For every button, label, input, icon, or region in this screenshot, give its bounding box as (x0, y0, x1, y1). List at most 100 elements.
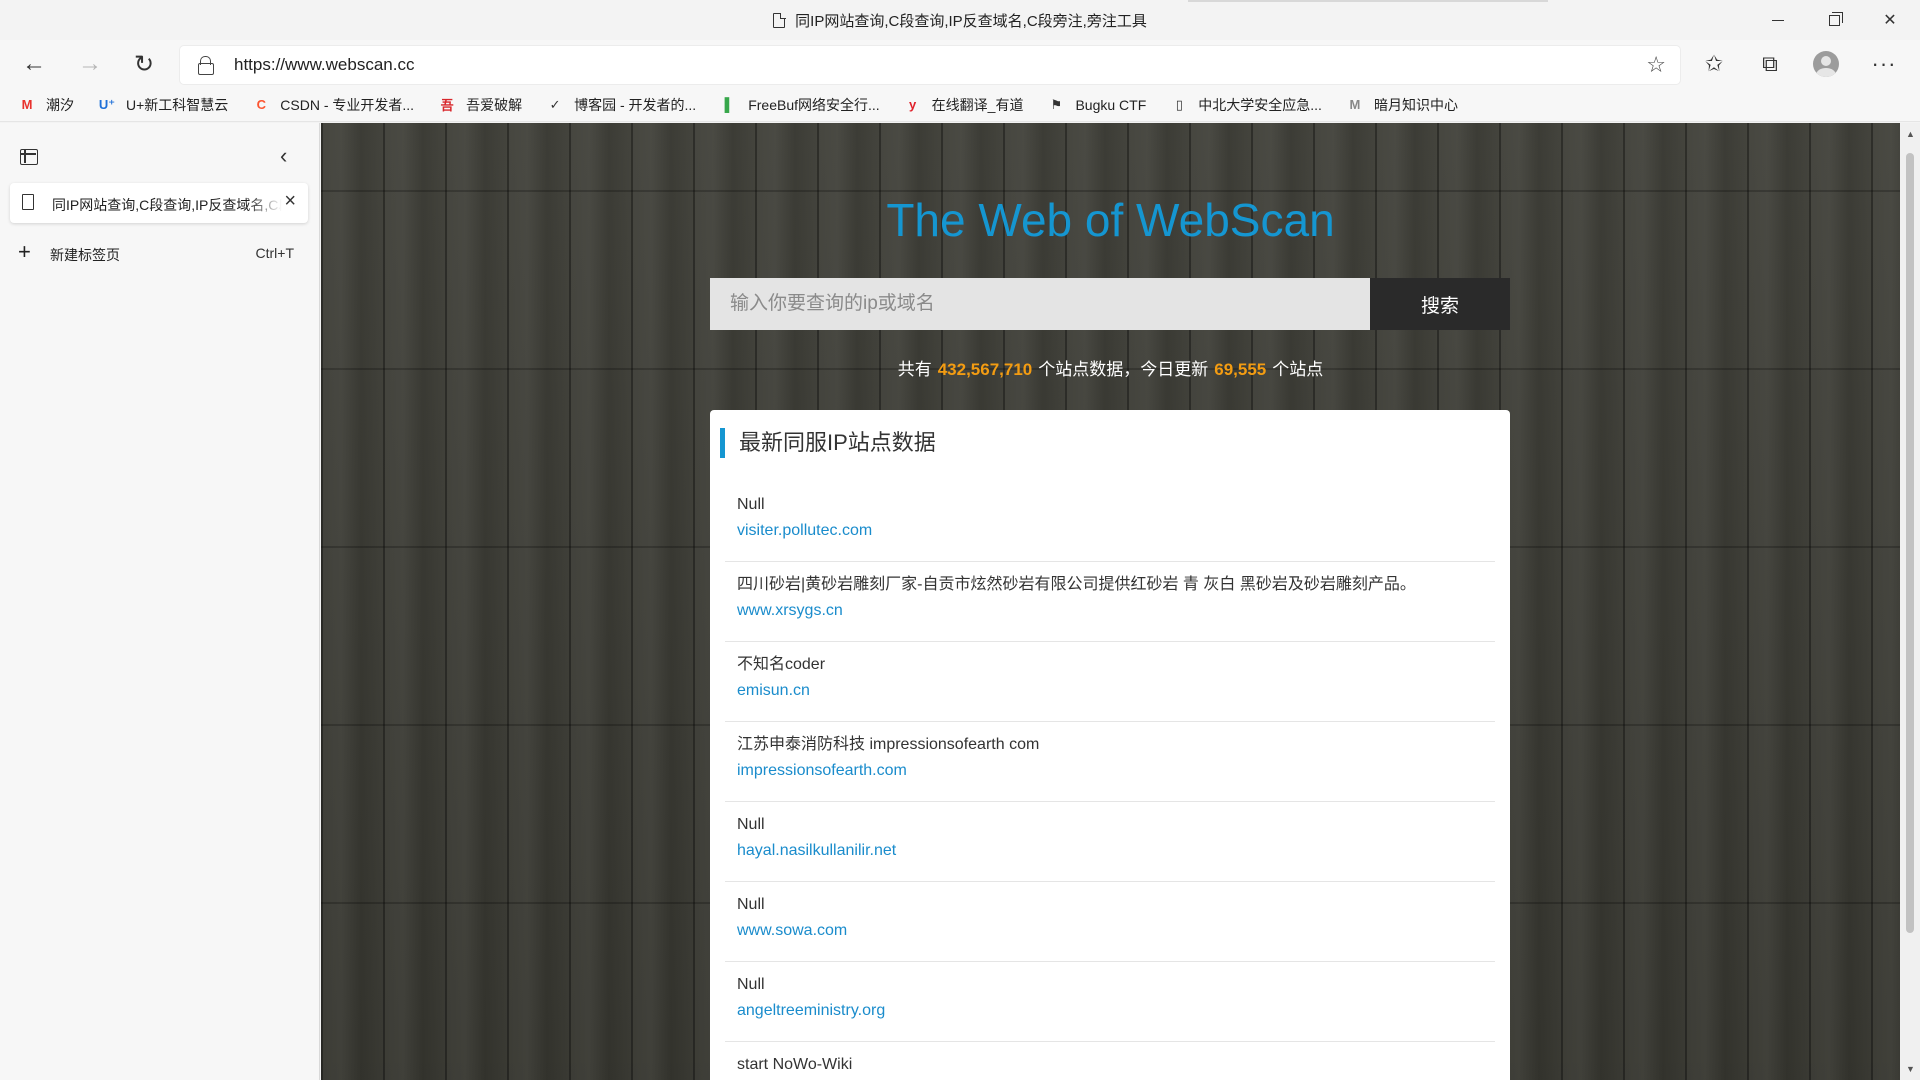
stats-suffix: 个站点 (1272, 360, 1324, 379)
list-item: Null visiter.pollutec.com (725, 482, 1495, 562)
bookmark-label: 暗月知识中心 (1373, 96, 1458, 113)
address-bar[interactable]: https://www.webscan.cc ☆ (180, 46, 1680, 84)
lock-icon[interactable] (198, 56, 214, 75)
add-favorite-icon[interactable]: ☆ (1646, 52, 1666, 78)
favorites-button[interactable]: ✩ (1696, 46, 1732, 82)
latest-sites-card: 最新同服IP站点数据 Null visiter.pollutec.com 四川砂岩|… (710, 410, 1510, 1080)
bookmark-item[interactable]: y 在线翻译_有道 (904, 95, 1023, 115)
window-title-text: 同IP网站查询,C段查询,IP反查域名,C段旁注,旁注工具 (795, 13, 1147, 30)
search-input[interactable] (710, 278, 1370, 330)
new-tab-label: 新建标签页 (50, 247, 120, 263)
minimize-button[interactable] (1750, 0, 1806, 40)
back-button[interactable]: ← (16, 46, 52, 82)
bookmark-favicon-icon: C (256, 97, 266, 112)
arrow-left-icon: ← (22, 50, 46, 77)
close-window-button[interactable]: ✕ (1862, 0, 1918, 40)
list-item: start NoWo-Wiki (725, 1042, 1495, 1080)
list-item: 四川砂岩|黄砂岩雕刻厂家-自贡市炫然砂岩有限公司提供红砂岩 青 灰白 黑砂岩及砂… (725, 562, 1495, 642)
page-scrollbar[interactable]: ▲ ▼ (1900, 123, 1920, 1080)
stats-prefix: 共有 (897, 360, 932, 379)
bookmark-favicon-icon: 吾 (440, 98, 454, 113)
bookmark-label: 博客园 - 开发者的... (574, 96, 697, 113)
bookmark-favicon-icon: ✓ (549, 96, 561, 112)
collapse-pane-icon[interactable]: ‹ (280, 143, 287, 169)
window-title: 同IP网站查询,C段查询,IP反查域名,C段旁注,旁注工具 (0, 10, 1920, 31)
stats-today: 69,555 (1214, 360, 1267, 379)
bookmark-favicon-icon: y (909, 97, 917, 112)
plus-icon: + (18, 239, 31, 264)
bookmark-label: 中北大学安全应急... (1198, 96, 1322, 113)
page-icon (22, 194, 34, 210)
stats-line: 共有 432,567,710 个站点数据，今日更新 69,555 个站点 (321, 355, 1900, 380)
favorites-star-icon: ✩ (1704, 51, 1724, 76)
bookmark-item[interactable]: U⁺ U+新工科智慧云 (98, 95, 228, 115)
site-title: 四川砂岩|黄砂岩雕刻厂家-自贡市炫然砂岩有限公司提供红砂岩 青 灰白 黑砂岩及砂… (737, 576, 1416, 593)
bookmark-item[interactable]: ✓ 博客园 - 开发者的... (546, 95, 697, 115)
arrow-right-icon: → (78, 50, 102, 77)
site-title: Null (737, 896, 765, 913)
bookmark-item[interactable]: C CSDN - 专业开发者... (252, 95, 414, 115)
close-tab-icon[interactable]: × (284, 190, 296, 213)
scroll-down-icon[interactable]: ▼ (1906, 1064, 1915, 1074)
more-menu-button[interactable]: ··· (1866, 46, 1902, 82)
bookmark-item[interactable]: ▌ FreeBuf网络安全行... (720, 95, 880, 115)
url-text[interactable]: https://www.webscan.cc (234, 55, 414, 75)
new-tab-shortcut: Ctrl+T (255, 245, 295, 261)
site-domain-link[interactable]: emisun.cn (737, 678, 1483, 704)
collections-button[interactable]: ⧉ (1752, 46, 1788, 82)
search-form: 搜索 (710, 278, 1510, 330)
search-button[interactable]: 搜索 (1370, 278, 1510, 330)
restore-icon (1828, 11, 1843, 26)
forward-button[interactable]: → (72, 46, 108, 82)
bookmark-favicon-icon: U⁺ (98, 96, 116, 112)
collections-icon: ⧉ (1762, 51, 1778, 76)
bookmarks-bar: M 潮汐 U⁺ U+新工科智慧云 C CSDN - 专业开发者... 吾吾爱破解 ✓ 博客园 -… (0, 88, 1920, 122)
site-domain-link[interactable]: www.xrsygs.cn (737, 598, 1483, 624)
new-tab-button[interactable]: + 新建标签页 Ctrl+T (18, 241, 302, 271)
reload-icon: ↻ (133, 50, 155, 78)
bookmark-label: 吾爱破解 (466, 96, 523, 113)
bookmark-label: FreeBuf网络安全行... (748, 96, 880, 113)
close-icon: ✕ (1883, 12, 1897, 29)
bookmark-item[interactable]: M 潮汐 (18, 95, 74, 115)
site-title: Null (737, 976, 765, 993)
scrollbar-thumb[interactable] (1906, 153, 1914, 933)
bookmark-item[interactable]: ⚑ Bugku CTF (1047, 96, 1147, 114)
site-title: 江苏申泰消防科技 impressionsofearth com (737, 736, 1040, 753)
reload-button[interactable]: ↻ (126, 46, 162, 82)
site-domain-link[interactable]: hayal.nasilkullanilir.net (737, 838, 1483, 864)
stats-middle: 个站点数据，今日更新 (1038, 360, 1209, 379)
list-item: Null angeltreeministry.org (725, 962, 1495, 1042)
profile-button[interactable] (1808, 46, 1844, 82)
bookmark-favicon-icon: ⚑ (1050, 96, 1063, 112)
site-domain-link[interactable]: visiter.pollutec.com (737, 518, 1483, 544)
bookmark-item[interactable]: ▯ 中北大学安全应急... (1170, 95, 1322, 115)
list-item: 不知名coder emisun.cn (725, 642, 1495, 722)
site-domain-link[interactable]: angeltreeministry.org (737, 998, 1483, 1024)
page-icon (773, 12, 786, 28)
bookmark-favicon-icon: ▌ (724, 97, 734, 112)
bookmark-item[interactable]: M 暗月知识中心 (1346, 95, 1458, 115)
restore-button[interactable] (1806, 0, 1862, 40)
tab-webscan[interactable]: 同IP网站查询,C段查询,IP反查域名,C段旁注,旁注工具 × (10, 183, 308, 223)
site-list: Null visiter.pollutec.com 四川砂岩|黄砂岩雕刻厂家-自贡市… (725, 482, 1495, 1080)
list-item: 江苏申泰消防科技 impressionsofearth com impressio… (725, 722, 1495, 802)
bookmark-item[interactable]: 吾吾爱破解 (438, 95, 523, 115)
bookmark-label: U+新工科智慧云 (126, 96, 229, 113)
site-title: Null (737, 496, 765, 513)
site-title: 不知名coder (737, 656, 826, 673)
site-title: The Web of WebScan (886, 194, 1335, 246)
vertical-tabs-sidebar: ‹ 同IP网站查询,C段查询,IP反查域名,C段旁注,旁注工具 × + 新建标签… (0, 123, 320, 1080)
more-dots-icon: ··· (1871, 51, 1897, 76)
site-title: start NoWo-Wiki (737, 1056, 853, 1073)
bookmark-favicon-icon: M (21, 97, 33, 112)
site-title: Null (737, 816, 765, 833)
stats-total: 432,567,710 (937, 360, 1033, 379)
scroll-up-icon[interactable]: ▲ (1906, 129, 1915, 139)
site-domain-link[interactable]: impressionsofearth.com (737, 758, 1483, 784)
site-domain-link[interactable]: www.sowa.com (737, 918, 1483, 944)
bookmark-label: CSDN - 专业开发者... (280, 96, 415, 113)
tab-actions-icon[interactable] (20, 149, 38, 165)
bookmark-label: 潮汐 (46, 96, 74, 113)
list-item: Null hayal.nasilkullanilir.net (725, 802, 1495, 882)
